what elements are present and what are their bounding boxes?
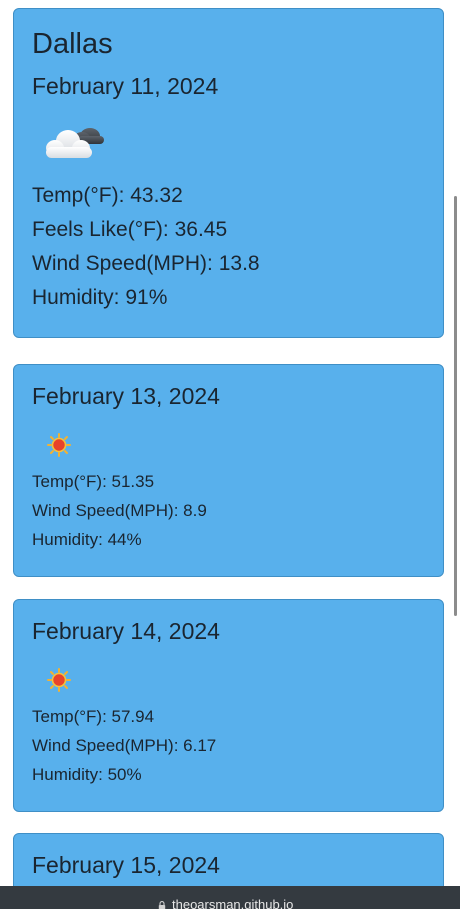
lock-icon xyxy=(158,901,166,909)
current-humidity: Humidity: 91% xyxy=(32,286,168,309)
forecast-humidity: Humidity: 50% xyxy=(32,765,142,784)
forecast-wind: Wind Speed(MPH): 8.9 xyxy=(32,501,207,520)
sun-icon xyxy=(47,668,71,692)
forecast-temp: Temp(°F): 51.35 xyxy=(32,472,155,491)
current-wind: Wind Speed(MPH): 13.8 xyxy=(32,252,260,275)
page-scrollbar[interactable] xyxy=(454,196,457,616)
weather-page: Dallas February 11, 2024 Temp(°F): 43.32… xyxy=(0,0,460,909)
address-url[interactable]: theoarsman.github.io xyxy=(158,898,293,909)
forecast-date: February 15, 2024 xyxy=(32,852,220,878)
forecast-date: February 14, 2024 xyxy=(32,618,220,644)
forecast-date: February 13, 2024 xyxy=(32,383,220,409)
cloudy-night-icon xyxy=(46,128,104,158)
current-feels-like: Feels Like(°F): 36.45 xyxy=(32,218,228,241)
forecast-humidity: Humidity: 44% xyxy=(32,530,142,549)
sun-icon xyxy=(47,433,71,457)
current-temp: Temp(°F): 43.32 xyxy=(32,184,183,207)
forecast-card: February 13, 2024 Temp(°F): 51.35 Wind S… xyxy=(13,364,444,577)
city-name: Dallas xyxy=(32,28,113,60)
current-weather-card: Dallas February 11, 2024 Temp(°F): 43.32… xyxy=(13,8,444,338)
forecast-temp: Temp(°F): 57.94 xyxy=(32,707,155,726)
forecast-wind: Wind Speed(MPH): 6.17 xyxy=(32,736,217,755)
forecast-card: February 14, 2024 Temp(°F): 57.94 Wind S… xyxy=(13,599,444,812)
url-text: theoarsman.github.io xyxy=(172,897,294,909)
browser-address-bar[interactable]: theoarsman.github.io xyxy=(0,886,460,909)
current-date: February 11, 2024 xyxy=(32,73,219,99)
